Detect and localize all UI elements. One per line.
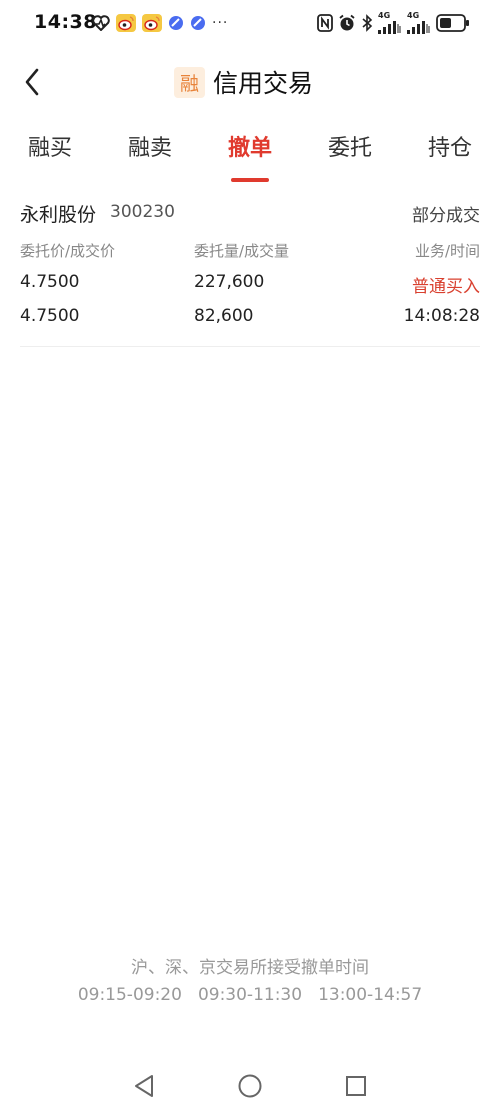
page-title-text: 信用交易	[213, 69, 314, 98]
cancel-time-note-title: 沪、深、京交易所接受撤单时间	[131, 958, 369, 978]
tab-cancel-order[interactable]: 撤单	[210, 130, 290, 162]
order-price: 4.7500	[20, 272, 80, 292]
blue-app-icon-2	[190, 15, 206, 31]
status-bar: 14:38 ··· 4G 4G	[0, 0, 500, 46]
tab-margin-buy[interactable]: 融买	[10, 130, 90, 162]
time-slot: 13:00-14:57	[318, 985, 423, 1005]
chevron-left-icon	[25, 68, 39, 96]
tab-orders[interactable]: 委托	[310, 130, 390, 162]
column-header-price: 委托价/成交价	[20, 242, 116, 260]
blue-app-icon	[168, 15, 184, 31]
system-icons: 4G 4G	[317, 12, 470, 34]
battery-icon	[436, 14, 470, 32]
weibo-icon	[116, 14, 136, 32]
notification-icons: ···	[92, 12, 228, 34]
margin-badge-icon: 融	[174, 66, 205, 98]
triangle-back-icon	[135, 1075, 153, 1097]
order-quantity: 227,600	[194, 272, 265, 292]
filled-quantity: 82,600	[194, 306, 254, 326]
column-header-type-time: 业务/时间	[414, 242, 480, 260]
signal-icon-1: 4G	[378, 12, 402, 34]
nav-back-button[interactable]	[130, 1072, 158, 1100]
active-tab-indicator	[231, 178, 269, 182]
cancel-time-note: 沪、深、京交易所接受撤单时间 09:15-09:20 09:30-11:30 1…	[0, 955, 500, 1009]
system-nav-bar	[0, 1066, 500, 1106]
alarm-icon	[338, 14, 356, 32]
header: 融 信用交易	[0, 56, 500, 108]
time-slot: 09:30-11:30	[197, 985, 303, 1005]
stock-name: 永利股份	[20, 204, 97, 226]
square-recents-icon	[346, 1076, 366, 1096]
status-time: 14:38	[34, 11, 97, 33]
tab-bar: 融买 融卖 撤单 委托 持仓	[0, 130, 500, 186]
circle-home-icon	[238, 1074, 262, 1098]
heart-pulse-icon	[92, 15, 110, 31]
bluetooth-icon	[361, 14, 373, 32]
tab-margin-sell[interactable]: 融卖	[110, 130, 190, 162]
signal-icon-2: 4G	[407, 12, 431, 34]
cancel-time-slots: 09:15-09:20 09:30-11:30 13:00-14:57	[0, 982, 500, 1009]
filled-price: 4.7500	[20, 306, 80, 326]
tab-positions[interactable]: 持仓	[410, 130, 490, 162]
order-status: 部分成交	[412, 206, 480, 226]
weibo-icon-2	[142, 14, 162, 32]
nav-recents-button[interactable]	[342, 1072, 370, 1100]
order-type: 普通买入	[412, 277, 480, 297]
nfc-icon	[317, 14, 333, 32]
stock-code: 300230	[110, 202, 175, 222]
column-header-quantity: 委托量/成交量	[194, 242, 290, 260]
order-item[interactable]: 永利股份 300230 部分成交 委托价/成交价 委托量/成交量 业务/时间 4…	[20, 196, 480, 347]
more-notifications-icon: ···	[212, 15, 229, 31]
time-slot: 09:15-09:20	[77, 985, 182, 1005]
nav-home-button[interactable]	[236, 1072, 264, 1100]
back-button[interactable]	[14, 62, 50, 102]
page-title: 融 信用交易	[174, 64, 313, 100]
order-time: 14:08:28	[403, 306, 480, 326]
